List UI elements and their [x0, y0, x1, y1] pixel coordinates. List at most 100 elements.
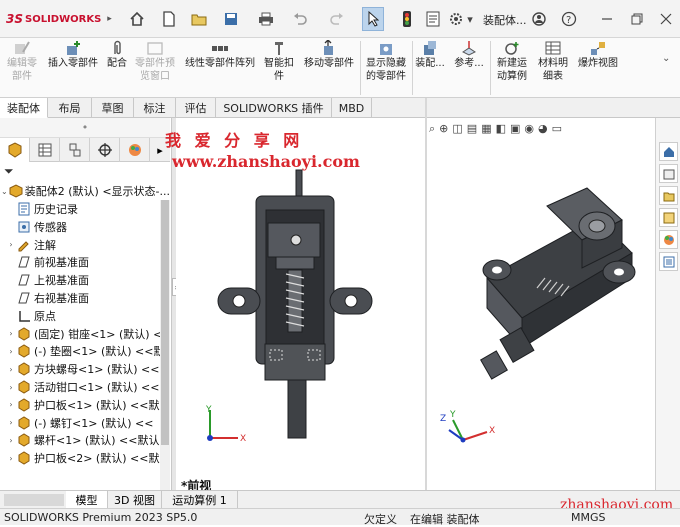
- tree-expand-arrow-icon[interactable]: ›: [6, 454, 16, 463]
- solidworks-resources-icon[interactable]: [659, 142, 678, 161]
- tree-expand-arrow-icon[interactable]: ›: [6, 418, 16, 427]
- rebuild-traffic-light-icon[interactable]: [398, 10, 416, 28]
- ribbon-expand-chevron-icon[interactable]: ⌄: [662, 53, 670, 64]
- tree-item[interactable]: 前视基准面: [0, 253, 170, 271]
- tab-motion-study[interactable]: 运动算例 1: [162, 491, 238, 509]
- settings-dropdown-icon[interactable]: ▾: [465, 10, 475, 28]
- front-viewport[interactable]: Y X 我 爱 分 享 网 www.zhanshaoyi.com: [165, 118, 425, 490]
- property-manager-tab-icon[interactable]: [30, 138, 60, 162]
- move-component-button[interactable]: 移动零部件: [300, 40, 358, 70]
- insert-component-button[interactable]: 插入零部件: [44, 40, 102, 70]
- tree-item[interactable]: 历史记录: [0, 200, 170, 218]
- tree-item[interactable]: › 护口板<1> (默认) <<默: [0, 396, 170, 414]
- configuration-manager-tab-icon[interactable]: [60, 138, 90, 162]
- tree-expand-arrow-icon[interactable]: ›: [6, 240, 16, 249]
- exploded-view-button[interactable]: 爆炸视图: [574, 40, 622, 70]
- tab-assembly[interactable]: 装配体: [0, 98, 48, 118]
- custom-properties-icon[interactable]: [659, 252, 678, 271]
- select-pointer-icon[interactable]: [362, 7, 384, 31]
- tab-3d-views[interactable]: 3D 视图: [108, 491, 162, 509]
- home-icon[interactable]: [128, 10, 146, 28]
- edit-appearance-icon[interactable]: ◕: [538, 122, 548, 136]
- zoom-to-fit-icon[interactable]: ⌕: [429, 122, 435, 136]
- tab-model[interactable]: 模型: [66, 491, 108, 509]
- tab-evaluate[interactable]: 评估: [176, 98, 216, 118]
- redo-icon[interactable]: [328, 10, 346, 28]
- component-preview-button[interactable]: 零部件预 览窗口: [132, 40, 178, 83]
- new-motion-study-button[interactable]: 新建运 动算例: [492, 40, 532, 83]
- assembly-features-button[interactable]: 装配...: [414, 40, 446, 70]
- show-hidden-components-button[interactable]: 显示隐藏 的零部件: [362, 40, 410, 83]
- new-document-icon[interactable]: [160, 10, 178, 28]
- tree-item[interactable]: › 注解: [0, 236, 170, 254]
- tab-markup[interactable]: 标注: [134, 98, 176, 118]
- move-component-icon: [319, 40, 339, 56]
- units-selector[interactable]: MMGS: [571, 511, 606, 524]
- tree-expand-arrow-icon[interactable]: ⌄: [0, 187, 9, 196]
- isometric-viewport[interactable]: ⌕ ⊕ ◫ ▤ ▦ ◧ ▣ ◉ ◕ ▭ Z Y X: [427, 118, 655, 490]
- tree-item[interactable]: › (固定) 钳座<1> (默认) <: [0, 325, 170, 343]
- appearances-scenes-icon[interactable]: [659, 230, 678, 249]
- filter-funnel-icon[interactable]: ⏷: [4, 164, 14, 179]
- search-icon[interactable]: [530, 10, 548, 28]
- tree-item[interactable]: 原点: [0, 307, 170, 325]
- open-folder-icon[interactable]: [190, 10, 208, 28]
- zoom-area-icon[interactable]: ⊕: [439, 122, 448, 136]
- tree-root-assembly[interactable]: ⌄ 装配体2 (默认) <显示状态-...: [0, 182, 170, 200]
- tree-expand-arrow-icon[interactable]: ›: [6, 400, 16, 409]
- apply-scene-icon[interactable]: ▭: [552, 122, 562, 136]
- tab-addins[interactable]: SOLIDWORKS 插件: [216, 98, 332, 118]
- file-explorer-icon[interactable]: [659, 186, 678, 205]
- mate-button[interactable]: 配合: [104, 40, 130, 70]
- tree-expand-arrow-icon[interactable]: ›: [6, 383, 16, 392]
- dimxpert-manager-tab-icon[interactable]: [90, 138, 120, 162]
- scrollbar-thumb[interactable]: [161, 200, 169, 445]
- tree-expand-arrow-icon[interactable]: ›: [6, 436, 16, 445]
- tab-sketch[interactable]: 草图: [92, 98, 134, 118]
- dynamic-annotation-icon[interactable]: ▦: [481, 122, 491, 136]
- print-icon[interactable]: [257, 10, 275, 28]
- undo-icon[interactable]: [291, 10, 309, 28]
- tree-item[interactable]: 右视基准面: [0, 289, 170, 307]
- tree-expand-arrow-icon[interactable]: ›: [6, 329, 16, 338]
- tree-item[interactable]: › 活动钳口<1> (默认) <<: [0, 378, 170, 396]
- view-palette-icon[interactable]: [659, 208, 678, 227]
- tree-item[interactable]: › (-) 垫圈<1> (默认) <<默: [0, 342, 170, 360]
- file-properties-icon[interactable]: [424, 10, 442, 28]
- close-window-icon[interactable]: [657, 10, 675, 28]
- tree-item[interactable]: 传感器: [0, 218, 170, 236]
- tree-item[interactable]: › 护口板<2> (默认) <<默: [0, 449, 170, 467]
- restore-icon[interactable]: [628, 10, 646, 28]
- command-manager-ribbon: 编辑零 部件 插入零部件 配合 零部件预 览窗口 线性零部件阵列 智能扣 件 移…: [0, 38, 680, 98]
- bill-of-materials-button[interactable]: 材料明 细表: [536, 40, 570, 83]
- tree-expand-arrow-icon[interactable]: ›: [6, 347, 16, 356]
- display-manager-tab-icon[interactable]: [120, 138, 150, 162]
- design-library-icon[interactable]: [659, 164, 678, 183]
- tree-item[interactable]: 上视基准面: [0, 271, 170, 289]
- panel-grip[interactable]: •: [0, 118, 170, 138]
- previous-view-icon[interactable]: ◫: [452, 122, 462, 136]
- hide-show-items-icon[interactable]: ◉: [524, 122, 534, 136]
- tab-mbd[interactable]: MBD: [332, 98, 372, 118]
- tree-vertical-scrollbar[interactable]: [160, 200, 170, 490]
- display-style-icon[interactable]: ▣: [510, 122, 520, 136]
- feature-manager-tab-icon[interactable]: [0, 138, 30, 162]
- help-icon[interactable]: ?: [560, 10, 578, 28]
- horizontal-scrollbar[interactable]: [4, 494, 64, 506]
- smart-fasteners-button[interactable]: 智能扣 件: [262, 40, 296, 83]
- linear-pattern-button[interactable]: 线性零部件阵列: [182, 40, 258, 70]
- tree-item[interactable]: › 方块螺母<1> (默认) <<: [0, 360, 170, 378]
- minimize-icon[interactable]: [598, 10, 616, 28]
- tree-item[interactable]: › 螺杆<1> (默认) <<默认: [0, 431, 170, 449]
- tree-expand-arrow-icon[interactable]: ›: [6, 365, 16, 374]
- reference-geometry-button[interactable]: 参考...: [450, 40, 488, 70]
- view-orientation-icon[interactable]: ◧: [496, 122, 506, 136]
- settings-gear-icon[interactable]: [447, 10, 465, 28]
- logo-menu-arrow-icon[interactable]: ▸: [107, 14, 112, 24]
- solidworks-logo[interactable]: 3S SOLIDWORKS ▸: [6, 11, 112, 27]
- edit-component-button[interactable]: 编辑零 部件: [2, 40, 42, 83]
- tree-item[interactable]: › (-) 螺钉<1> (默认) <<: [0, 414, 170, 432]
- save-icon[interactable]: [222, 10, 240, 28]
- tab-layout[interactable]: 布局: [48, 98, 92, 118]
- section-view-icon[interactable]: ▤: [467, 122, 477, 136]
